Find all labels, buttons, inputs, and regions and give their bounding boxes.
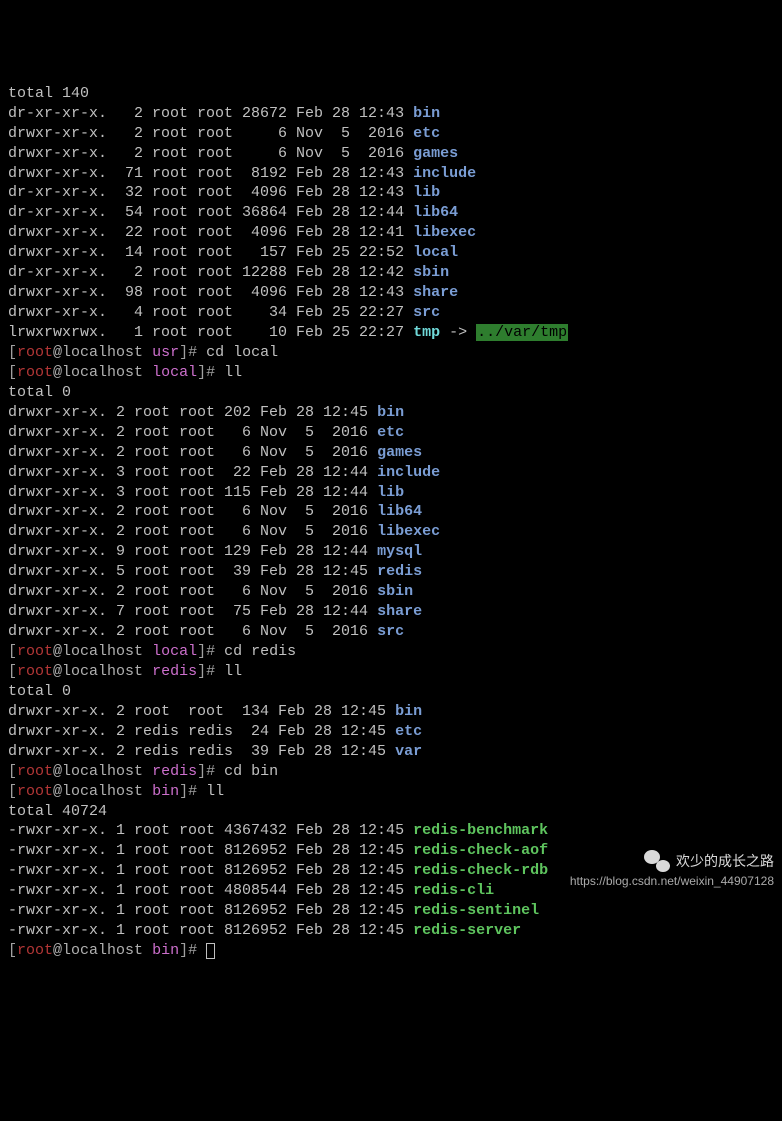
- file-row: dr-xr-xr-x. 54 root root 36864 Feb 28 12…: [8, 203, 774, 223]
- shell-prompt[interactable]: [root@localhost bin]# ll: [8, 782, 774, 802]
- file-row: drwxr-xr-x. 2 root root 6 Nov 5 2016 sbi…: [8, 582, 774, 602]
- file-row: drwxr-xr-x. 98 root root 4096 Feb 28 12:…: [8, 283, 774, 303]
- file-row: dr-xr-xr-x. 2 root root 28672 Feb 28 12:…: [8, 104, 774, 124]
- file-row: drwxr-xr-x. 2 root root 6 Nov 5 2016 lib…: [8, 522, 774, 542]
- shell-prompt[interactable]: [root@localhost local]# ll: [8, 363, 774, 383]
- watermark: 欢少的成长之路: [644, 850, 774, 872]
- watermark-url: https://blog.csdn.net/weixin_44907128: [570, 874, 774, 890]
- file-row: drwxr-xr-x. 4 root root 34 Feb 25 22:27 …: [8, 303, 774, 323]
- cursor: [206, 943, 215, 959]
- file-row: drwxr-xr-x. 2 root root 6 Nov 5 2016 gam…: [8, 144, 774, 164]
- wechat-icon: [644, 850, 670, 872]
- total-line: total 140: [8, 84, 774, 104]
- shell-prompt[interactable]: [root@localhost bin]#: [8, 941, 774, 961]
- file-row: drwxr-xr-x. 2 root root 6 Nov 5 2016 src: [8, 622, 774, 642]
- file-row: -rwxr-xr-x. 1 root root 8126952 Feb 28 1…: [8, 901, 774, 921]
- total-line: total 0: [8, 682, 774, 702]
- watermark-text: 欢少的成长之路: [676, 852, 774, 871]
- file-row: drwxr-xr-x. 2 root root 6 Nov 5 2016 etc: [8, 423, 774, 443]
- shell-prompt[interactable]: [root@localhost redis]# cd bin: [8, 762, 774, 782]
- file-row: -rwxr-xr-x. 1 root root 8126952 Feb 28 1…: [8, 921, 774, 941]
- file-row: drwxr-xr-x. 14 root root 157 Feb 25 22:5…: [8, 243, 774, 263]
- file-row: drwxr-xr-x. 7 root root 75 Feb 28 12:44 …: [8, 602, 774, 622]
- file-row: drwxr-xr-x. 2 root root 6 Nov 5 2016 lib…: [8, 502, 774, 522]
- file-row: drwxr-xr-x. 5 root root 39 Feb 28 12:45 …: [8, 562, 774, 582]
- total-line: total 40724: [8, 802, 774, 822]
- shell-prompt[interactable]: [root@localhost usr]# cd local: [8, 343, 774, 363]
- file-row: drwxr-xr-x. 3 root root 22 Feb 28 12:44 …: [8, 463, 774, 483]
- file-row: dr-xr-xr-x. 2 root root 12288 Feb 28 12:…: [8, 263, 774, 283]
- shell-prompt[interactable]: [root@localhost local]# cd redis: [8, 642, 774, 662]
- file-row: drwxr-xr-x. 2 redis redis 39 Feb 28 12:4…: [8, 742, 774, 762]
- file-row: drwxr-xr-x. 2 root root 202 Feb 28 12:45…: [8, 403, 774, 423]
- file-row: dr-xr-xr-x. 32 root root 4096 Feb 28 12:…: [8, 183, 774, 203]
- file-row: lrwxrwxrwx. 1 root root 10 Feb 25 22:27 …: [8, 323, 774, 343]
- file-row: drwxr-xr-x. 2 root root 134 Feb 28 12:45…: [8, 702, 774, 722]
- file-row: -rwxr-xr-x. 1 root root 4367432 Feb 28 1…: [8, 821, 774, 841]
- file-row: drwxr-xr-x. 2 root root 6 Nov 5 2016 gam…: [8, 443, 774, 463]
- total-line: total 0: [8, 383, 774, 403]
- file-row: drwxr-xr-x. 2 root root 6 Nov 5 2016 etc: [8, 124, 774, 144]
- terminal-output[interactable]: total 140dr-xr-xr-x. 2 root root 28672 F…: [8, 84, 774, 961]
- file-row: drwxr-xr-x. 9 root root 129 Feb 28 12:44…: [8, 542, 774, 562]
- file-row: drwxr-xr-x. 71 root root 8192 Feb 28 12:…: [8, 164, 774, 184]
- shell-prompt[interactable]: [root@localhost redis]# ll: [8, 662, 774, 682]
- file-row: drwxr-xr-x. 22 root root 4096 Feb 28 12:…: [8, 223, 774, 243]
- file-row: drwxr-xr-x. 3 root root 115 Feb 28 12:44…: [8, 483, 774, 503]
- file-row: drwxr-xr-x. 2 redis redis 24 Feb 28 12:4…: [8, 722, 774, 742]
